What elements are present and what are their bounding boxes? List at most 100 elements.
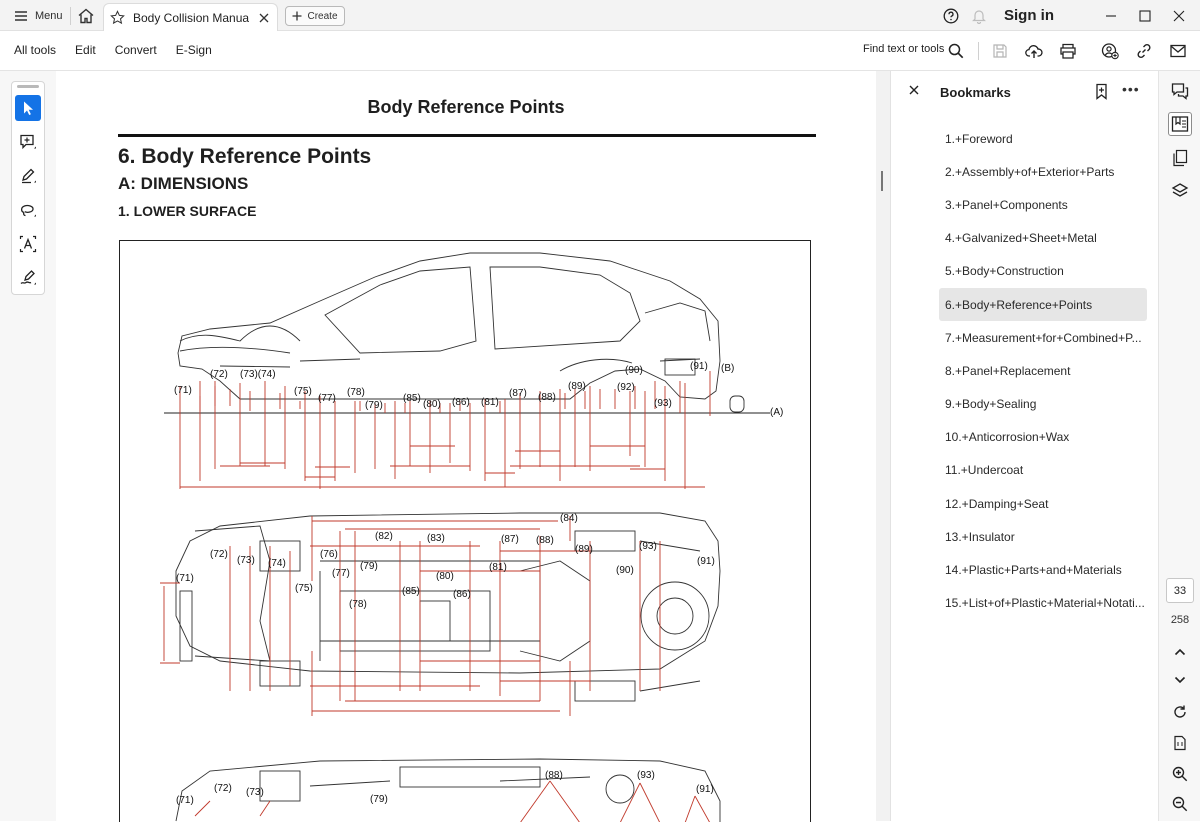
hamburger-icon	[15, 11, 27, 21]
bookmarks-panel-button[interactable]	[1168, 112, 1192, 136]
minimize-button[interactable]	[1094, 0, 1128, 31]
right-rail: 33 258	[1158, 71, 1200, 821]
create-button[interactable]: Create	[285, 6, 345, 26]
next-page-button[interactable]	[1168, 668, 1192, 692]
bookmarks-header: Bookmarks •••	[891, 71, 1159, 115]
zoom-in-button[interactable]	[1168, 762, 1192, 786]
bookmark-item[interactable]: 5.+Body+Construction	[939, 255, 1147, 288]
bell-icon	[972, 9, 986, 24]
page-fit-button[interactable]	[1168, 731, 1192, 755]
highlight-tool-button[interactable]	[15, 163, 41, 189]
page-number-input[interactable]: 33	[1166, 578, 1194, 603]
share-user-icon	[1101, 43, 1119, 60]
save-button[interactable]	[989, 40, 1011, 62]
zoom-out-button[interactable]	[1168, 792, 1192, 816]
sign-in-button[interactable]: Sign in	[1004, 7, 1054, 24]
menu-edit[interactable]: Edit	[75, 43, 96, 57]
label-85: (85)	[403, 393, 421, 404]
menu-all-tools[interactable]: All tools	[14, 43, 56, 57]
menu-e-sign[interactable]: E-Sign	[176, 43, 212, 57]
help-button[interactable]	[940, 5, 962, 27]
draw-tool-button[interactable]	[15, 197, 41, 223]
close-panel-button[interactable]	[909, 85, 919, 95]
bookmark-item[interactable]: 11.+Undercoat	[939, 454, 1147, 487]
comment-tool-button[interactable]	[15, 129, 41, 155]
print-button[interactable]	[1057, 40, 1079, 62]
label-90: (90)	[616, 565, 634, 576]
add-bookmark-button[interactable]	[1094, 83, 1112, 101]
label-89: (89)	[575, 544, 593, 555]
share-button[interactable]	[1099, 40, 1121, 62]
total-pages: 258	[1170, 614, 1190, 626]
sign-tool-button[interactable]	[15, 265, 41, 291]
create-label: Create	[307, 10, 338, 22]
document-tab[interactable]: Body Collision Manual.p...	[103, 3, 278, 31]
label-72: (72)	[210, 549, 228, 560]
bookmark-item-selected[interactable]: 6.+Body+Reference+Points	[939, 287, 1147, 322]
tab-close-button[interactable]	[257, 11, 271, 25]
notifications-button[interactable]	[968, 5, 990, 27]
pen-icon	[22, 168, 36, 184]
bookmark-item[interactable]: 1.+Foreword	[939, 122, 1147, 155]
comments-panel-button[interactable]	[1168, 79, 1192, 103]
search-button[interactable]	[945, 40, 967, 62]
bookmark-item[interactable]: 13.+Insulator	[939, 520, 1147, 553]
label-79: (79)	[360, 561, 378, 572]
bookmark-list: 1.+Foreword 2.+Assembly+of+Exterior+Part…	[939, 122, 1147, 620]
pdf-page: Body Reference Points 6. Body Reference …	[56, 71, 876, 822]
label-71: (71)	[176, 795, 194, 806]
cursor-icon	[24, 101, 33, 115]
select-tool-button[interactable]	[15, 95, 41, 121]
bookmark-item[interactable]: 9.+Body+Sealing	[939, 388, 1147, 421]
printer-icon	[1060, 43, 1076, 59]
bookmark-item[interactable]: 12.+Damping+Seat	[939, 487, 1147, 520]
zoom-in-icon	[1172, 766, 1188, 782]
more-options-button[interactable]: •••	[1122, 81, 1140, 97]
text-box-tool-button[interactable]	[15, 231, 41, 257]
divider	[70, 7, 71, 25]
label-81: (81)	[481, 397, 499, 408]
close-icon	[259, 13, 269, 22]
bookmark-item[interactable]: 2.+Assembly+of+Exterior+Parts	[939, 155, 1147, 188]
find-text-label[interactable]: Find text or tools	[863, 43, 944, 55]
label-75: (75)	[294, 386, 312, 397]
label-71: (71)	[174, 385, 192, 396]
menu-button[interactable]: Menu	[8, 4, 69, 28]
label-72: (72)	[210, 369, 228, 380]
home-button[interactable]	[76, 6, 96, 26]
bookmark-item[interactable]: 7.+Measurement+for+Combined+P...	[939, 321, 1147, 354]
maximize-button[interactable]	[1128, 0, 1162, 31]
link-button[interactable]	[1133, 40, 1155, 62]
label-78: (78)	[347, 387, 365, 398]
layers-icon	[1171, 183, 1189, 197]
window-close-button[interactable]	[1162, 0, 1196, 31]
pages-panel-button[interactable]	[1168, 146, 1192, 170]
label-72: (72)	[214, 783, 232, 794]
document-viewer[interactable]: Body Reference Points 6. Body Reference …	[56, 71, 876, 822]
main-toolbar: All tools Edit Convert E-Sign Find text …	[0, 31, 1200, 71]
drag-handle[interactable]	[17, 85, 39, 88]
titlebar-right: Sign in	[940, 0, 1200, 31]
label-77: (77)	[332, 568, 350, 579]
bookmark-item[interactable]: 3.+Panel+Components	[939, 188, 1147, 221]
menu-convert[interactable]: Convert	[115, 43, 157, 57]
bookmark-icon	[1171, 116, 1189, 132]
label-85: (85)	[402, 586, 420, 597]
layers-panel-button[interactable]	[1168, 179, 1192, 203]
bookmark-item[interactable]: 15.+List+of+Plastic+Material+Notati...	[939, 587, 1147, 620]
bookmarks-title: Bookmarks	[940, 85, 1011, 100]
rotate-button[interactable]	[1168, 700, 1192, 724]
bookmark-item[interactable]: 8.+Panel+Replacement	[939, 354, 1147, 387]
bookmark-item[interactable]: 4.+Galvanized+Sheet+Metal	[939, 222, 1147, 255]
scrollbar-thumb[interactable]	[881, 171, 883, 191]
signature-pen-icon	[20, 270, 36, 285]
help-icon	[943, 8, 959, 23]
bookmark-item[interactable]: 10.+Anticorrosion+Wax	[939, 421, 1147, 454]
text-box-icon	[19, 235, 37, 253]
document-scrollbar[interactable]	[876, 71, 890, 821]
upload-button[interactable]	[1023, 40, 1045, 62]
email-button[interactable]	[1167, 40, 1189, 62]
bookmark-item[interactable]: 14.+Plastic+Parts+and+Materials	[939, 553, 1147, 586]
star-icon[interactable]	[110, 10, 125, 25]
previous-page-button[interactable]	[1168, 640, 1192, 664]
